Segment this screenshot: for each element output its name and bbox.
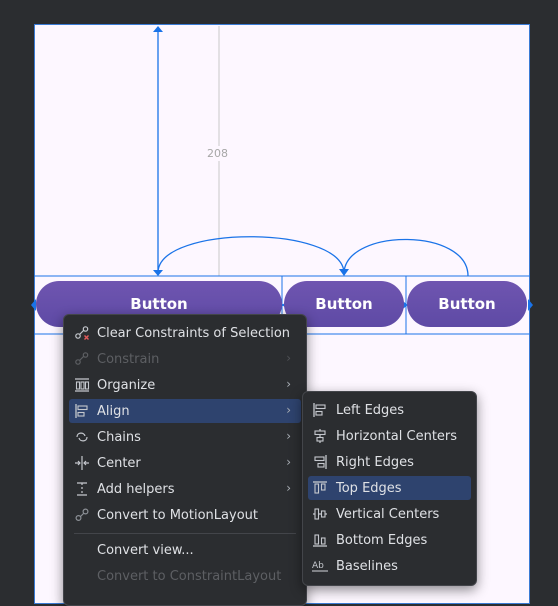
menu-item-label: Convert to MotionLayout bbox=[97, 507, 258, 523]
top-constraint-curve-2 bbox=[343, 238, 469, 277]
align-vertical-centers-icon bbox=[312, 506, 328, 522]
menu-item-label: Constrain bbox=[97, 351, 160, 367]
align-submenu: Left Edges Horizontal Centers Right Edge… bbox=[302, 391, 477, 586]
menu-item-label: Convert view... bbox=[97, 542, 194, 558]
submenu-item-label: Left Edges bbox=[336, 402, 405, 418]
menu-item-convert-motionlayout[interactable]: Convert to MotionLayout bbox=[69, 503, 301, 527]
align-bottom-edges-icon bbox=[312, 532, 328, 548]
organize-icon bbox=[74, 377, 90, 393]
chevron-right-icon: › bbox=[286, 377, 291, 391]
chevron-right-icon: › bbox=[286, 455, 291, 469]
submenu-item-right-edges[interactable]: Right Edges bbox=[308, 450, 471, 474]
chevron-right-icon: › bbox=[286, 351, 291, 365]
submenu-item-vertical-centers[interactable]: Vertical Centers bbox=[308, 502, 471, 526]
submenu-item-baselines[interactable]: Ab Baselines bbox=[308, 554, 471, 578]
svg-text:Ab: Ab bbox=[312, 561, 324, 571]
center-icon bbox=[74, 455, 90, 471]
menu-item-convert-view[interactable]: Convert view... bbox=[69, 538, 301, 562]
align-left-edges-icon bbox=[312, 402, 328, 418]
submenu-item-bottom-edges[interactable]: Bottom Edges bbox=[308, 528, 471, 552]
chains-icon bbox=[74, 429, 90, 445]
chain-arrow-right bbox=[528, 299, 533, 311]
align-baselines-icon: Ab bbox=[312, 558, 328, 574]
add-helpers-icon bbox=[74, 481, 90, 497]
submenu-item-top-edges[interactable]: Top Edges bbox=[308, 476, 471, 500]
align-icon bbox=[74, 403, 90, 419]
menu-item-convert-constraintlayout[interactable]: Convert to ConstraintLayout bbox=[69, 564, 301, 588]
constraint-arrow-top bbox=[153, 26, 163, 32]
align-top-edges-icon bbox=[312, 480, 328, 496]
submenu-item-label: Top Edges bbox=[336, 480, 402, 496]
canvas-button-3[interactable]: Button bbox=[407, 281, 527, 327]
menu-item-add-helpers[interactable]: Add helpers › bbox=[69, 477, 301, 501]
motionlayout-icon bbox=[74, 507, 90, 523]
chevron-right-icon: › bbox=[286, 429, 291, 443]
dimension-label: 208 bbox=[205, 146, 230, 161]
top-constraint-curve-1 bbox=[157, 236, 345, 273]
submenu-item-horizontal-centers[interactable]: Horizontal Centers bbox=[308, 424, 471, 448]
submenu-item-label: Right Edges bbox=[336, 454, 414, 470]
align-horizontal-centers-icon bbox=[312, 428, 328, 444]
menu-item-clear-constraints[interactable]: Clear Constraints of Selection bbox=[69, 321, 301, 345]
menu-item-align[interactable]: Align › bbox=[69, 399, 301, 423]
submenu-item-label: Horizontal Centers bbox=[336, 428, 458, 444]
menu-item-label: Center bbox=[97, 455, 141, 471]
menu-item-label: Align bbox=[97, 403, 130, 419]
menu-item-constrain[interactable]: Constrain › bbox=[69, 347, 301, 371]
align-right-edges-icon bbox=[312, 454, 328, 470]
menu-item-label: Clear Constraints of Selection bbox=[97, 325, 291, 341]
menu-item-center[interactable]: Center › bbox=[69, 451, 301, 475]
context-menu: Clear Constraints of Selection Constrain… bbox=[63, 314, 307, 606]
chevron-right-icon: › bbox=[286, 481, 291, 495]
menu-item-chains[interactable]: Chains › bbox=[69, 425, 301, 449]
menu-item-label: Convert to ConstraintLayout bbox=[97, 568, 282, 584]
menu-item-label: Organize bbox=[97, 377, 156, 393]
submenu-item-left-edges[interactable]: Left Edges bbox=[308, 398, 471, 422]
menu-item-label: Chains bbox=[97, 429, 141, 445]
constrain-icon bbox=[74, 351, 90, 367]
menu-separator bbox=[74, 533, 296, 534]
chevron-right-icon: › bbox=[286, 403, 291, 417]
menu-item-organize[interactable]: Organize › bbox=[69, 373, 301, 397]
menu-item-label: Add helpers bbox=[97, 481, 175, 497]
submenu-item-label: Baselines bbox=[336, 558, 398, 574]
submenu-item-label: Bottom Edges bbox=[336, 532, 428, 548]
submenu-item-label: Vertical Centers bbox=[336, 506, 440, 522]
clear-constraints-icon bbox=[74, 325, 90, 341]
